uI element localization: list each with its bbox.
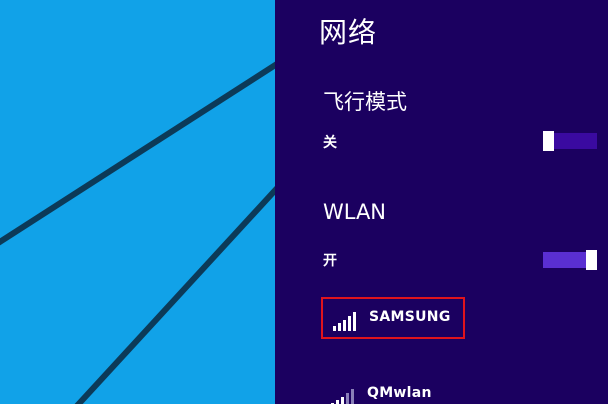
airplane-mode-toggle[interactable] (543, 131, 597, 151)
airplane-mode-label: 飞行模式 (323, 90, 407, 114)
network-item-samsung[interactable]: SAMSUNG (321, 297, 465, 339)
wlan-state: 开 (323, 253, 337, 269)
desktop-wallpaper (0, 0, 275, 404)
network-ssid: QMwlan (367, 385, 432, 401)
network-ssid: SAMSUNG (369, 309, 451, 325)
toggle-thumb (543, 131, 554, 151)
toggle-track (543, 252, 587, 268)
panel-title: 网络 (319, 16, 378, 49)
screen: 网络 飞行模式 关 WLAN 开 SAMSUNG QMwlan (0, 0, 608, 404)
wifi-signal-icon (331, 389, 354, 404)
airplane-mode-state: 关 (323, 135, 337, 151)
network-charm-panel: 网络 飞行模式 关 WLAN 开 SAMSUNG QMwlan (275, 0, 608, 404)
wlan-label: WLAN (323, 200, 387, 224)
toggle-thumb (586, 250, 597, 270)
wlan-toggle[interactable] (543, 250, 597, 270)
network-item-qmwlan[interactable]: QMwlan (323, 380, 493, 404)
toggle-track (553, 133, 597, 149)
wifi-signal-icon (333, 312, 356, 331)
